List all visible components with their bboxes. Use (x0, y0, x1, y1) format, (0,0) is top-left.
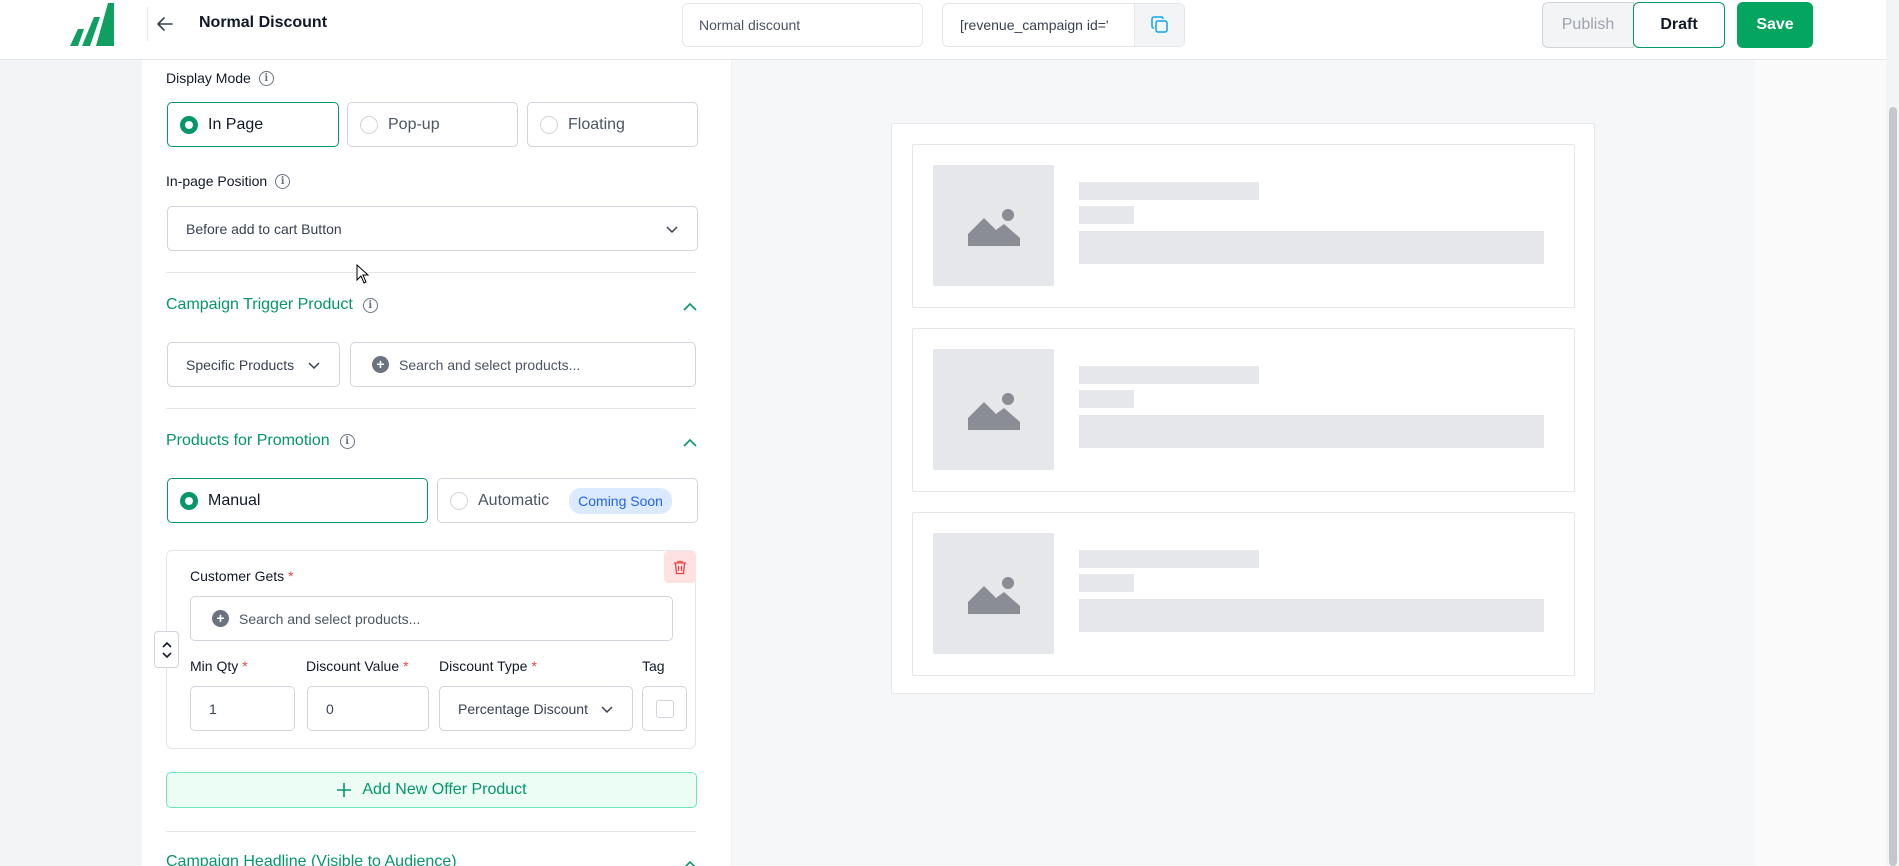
scrollbar-thumb[interactable] (1889, 107, 1897, 866)
display-mode-floating[interactable]: Floating (527, 102, 698, 147)
info-icon[interactable]: i (362, 297, 378, 313)
radio-unchecked-icon (540, 115, 558, 134)
radio-checked-icon (180, 115, 198, 134)
sort-arrows-icon (161, 641, 172, 658)
customer-gets-label: Customer Gets * (190, 568, 294, 584)
info-icon[interactable]: i (339, 433, 355, 449)
radio-unchecked-icon (450, 491, 468, 510)
customer-gets-product-search[interactable]: + Search and select products... (190, 596, 673, 641)
skeleton-line (1079, 231, 1544, 264)
display-mode-in-page[interactable]: In Page (167, 102, 339, 147)
promotion-manual-option[interactable]: Manual (167, 478, 428, 523)
products-for-promotion-title[interactable]: Products for Promotion i (166, 432, 355, 450)
tag-checkbox-wrapper (642, 686, 687, 731)
display-mode-label: Display Mode i (166, 70, 274, 86)
shortcode-field: [revenue_campaign id=' (942, 3, 1185, 47)
add-new-offer-product-button[interactable]: Add New Offer Product (166, 772, 697, 808)
radio-unchecked-icon (360, 115, 378, 134)
chevron-up-icon[interactable] (682, 857, 698, 866)
reorder-handle[interactable] (154, 631, 179, 668)
plus-icon (337, 783, 352, 797)
trigger-product-search[interactable]: + Search and select products... (350, 342, 696, 387)
min-qty-label: Min Qty * (190, 658, 248, 674)
skeleton-line (1079, 390, 1134, 408)
promotion-automatic-option[interactable]: Automatic Coming Soon (437, 478, 698, 523)
plus-circle-icon: + (372, 356, 389, 373)
plus-circle-icon: + (212, 610, 229, 627)
display-mode-popup[interactable]: Pop-up (347, 102, 518, 147)
copy-shortcode-button[interactable] (1134, 4, 1184, 46)
tag-label: Tag (642, 658, 665, 674)
mouse-cursor-icon (356, 264, 370, 284)
settings-panel: Display Mode i In Page Pop-up Floating I… (142, 60, 732, 866)
discount-type-select[interactable]: Percentage Discount (439, 686, 633, 731)
delete-offer-button[interactable] (664, 551, 696, 583)
campaign-trigger-title[interactable]: Campaign Trigger Product i (166, 296, 378, 314)
in-page-position-label: In-page Position i (166, 173, 291, 189)
top-bar: Normal Discount [revenue_campaign id=' P… (0, 0, 1886, 60)
skeleton-line (1079, 182, 1259, 200)
campaign-headline-title[interactable]: Campaign Headline (Visible to Audience) (166, 853, 457, 866)
skeleton-line (1079, 599, 1544, 632)
campaign-name-input[interactable] (682, 3, 923, 47)
chevron-up-icon[interactable] (682, 435, 698, 451)
save-button[interactable]: Save (1737, 2, 1813, 48)
discount-value-label: Discount Value * (306, 658, 409, 674)
app-logo (70, 3, 114, 46)
arrow-left-icon (156, 17, 173, 31)
publish-button[interactable]: Publish (1542, 2, 1634, 48)
preview-product-placeholder (912, 512, 1575, 676)
chevron-down-icon (601, 705, 613, 713)
preview-product-placeholder (912, 144, 1575, 308)
skeleton-line (1079, 574, 1134, 592)
skeleton-line (1079, 206, 1134, 224)
page-title: Normal Discount (199, 14, 328, 31)
campaign-preview (891, 123, 1595, 694)
skeleton-line (1079, 550, 1259, 568)
info-icon[interactable]: i (258, 70, 274, 86)
shortcode-text[interactable]: [revenue_campaign id=' (943, 4, 1134, 46)
preview-margin (1754, 60, 1886, 866)
trash-icon (674, 560, 686, 575)
back-button[interactable] (147, 7, 181, 41)
coming-soon-badge: Coming Soon (569, 487, 672, 514)
skeleton-line (1079, 366, 1259, 384)
chevron-down-icon (308, 361, 320, 369)
preview-product-placeholder (912, 328, 1575, 492)
discount-type-label: Discount Type * (439, 658, 537, 674)
divider (166, 408, 696, 409)
image-placeholder-icon (933, 349, 1054, 470)
discount-value-input[interactable]: 0 (307, 686, 429, 731)
image-placeholder-icon (933, 533, 1054, 654)
divider (166, 272, 696, 273)
info-icon[interactable]: i (275, 173, 291, 189)
draft-button[interactable]: Draft (1633, 2, 1725, 48)
trigger-type-select[interactable]: Specific Products (167, 342, 340, 387)
in-page-position-select[interactable]: Before add to cart Button (167, 206, 698, 251)
radio-checked-icon (180, 491, 198, 510)
chevron-up-icon[interactable] (682, 299, 698, 315)
min-qty-input[interactable]: 1 (190, 686, 295, 731)
copy-icon (1150, 16, 1168, 33)
skeleton-line (1079, 415, 1544, 448)
chevron-down-icon (666, 225, 678, 233)
divider (166, 831, 696, 832)
tag-checkbox[interactable] (655, 699, 674, 718)
image-placeholder-icon (933, 165, 1054, 286)
